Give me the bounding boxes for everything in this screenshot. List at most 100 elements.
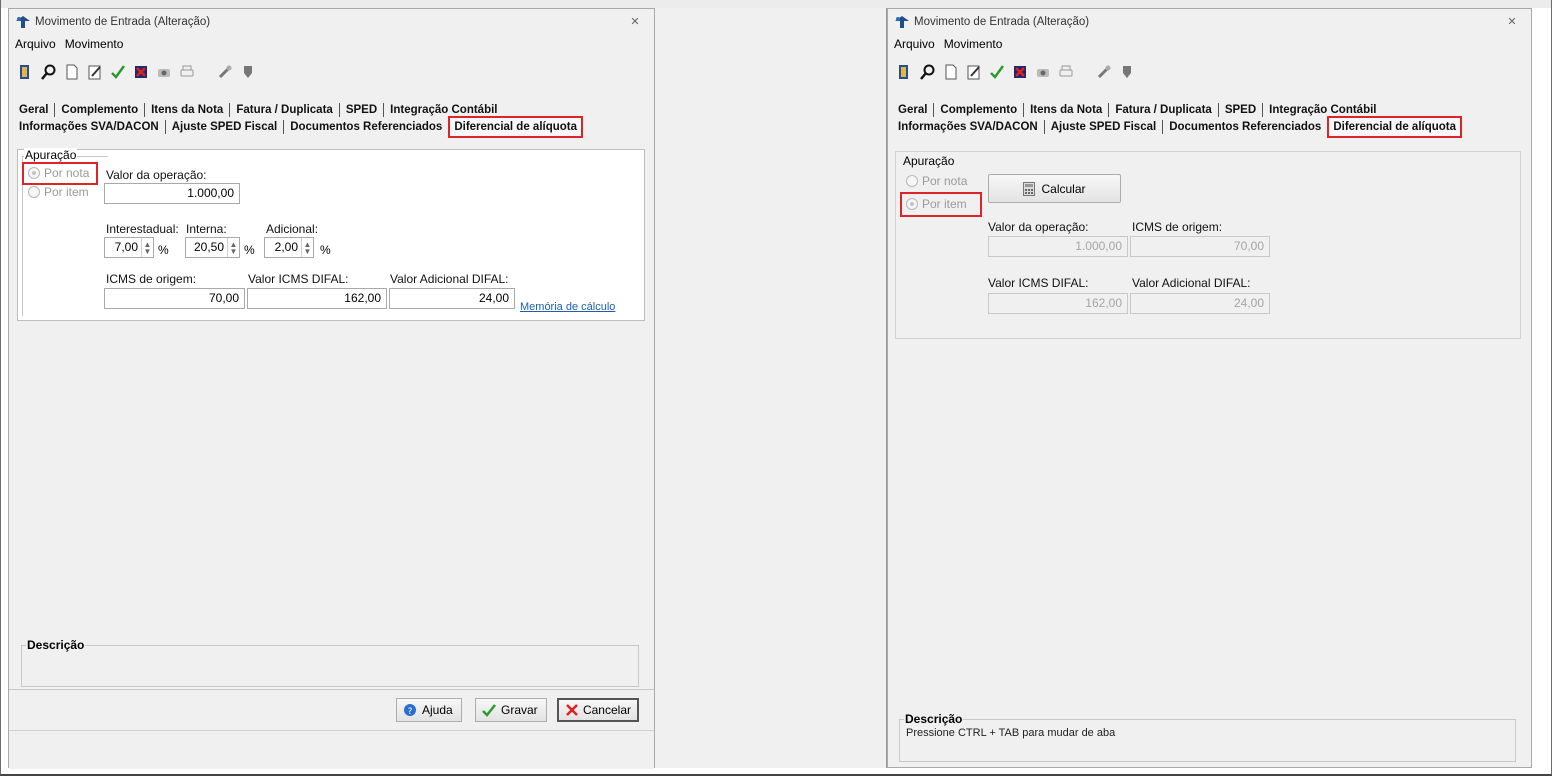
camera-icon[interactable] bbox=[1032, 61, 1054, 83]
search-icon[interactable] bbox=[38, 61, 60, 83]
print-icon[interactable] bbox=[176, 61, 198, 83]
confirm-check-icon[interactable] bbox=[107, 61, 129, 83]
interestadual-value[interactable]: 7,00 bbox=[105, 238, 141, 257]
stamp-icon[interactable] bbox=[1116, 61, 1138, 83]
radio-por-item-dot[interactable] bbox=[28, 186, 40, 198]
menu-arquivo[interactable]: Arquivo bbox=[894, 37, 935, 53]
exit-icon[interactable] bbox=[894, 61, 916, 83]
label-valor-icms-difal: Valor ICMS DIFAL: bbox=[988, 276, 1089, 290]
tab-geral[interactable]: Geral bbox=[13, 104, 54, 116]
radio-por-nota[interactable]: Por nota bbox=[906, 174, 967, 188]
descricao-group: Descrição bbox=[21, 638, 639, 687]
tab-itens-da-nota[interactable]: Itens da Nota bbox=[1024, 104, 1108, 116]
help-icon: ? bbox=[404, 704, 416, 717]
valor-operacao-field[interactable]: 1.000,00 bbox=[104, 183, 240, 204]
print-icon[interactable] bbox=[1055, 61, 1077, 83]
interna-value[interactable]: 20,50 bbox=[186, 238, 227, 257]
cancel-x-icon bbox=[566, 704, 578, 716]
tab-geral[interactable]: Geral bbox=[892, 104, 933, 116]
radio-por-nota-dot[interactable] bbox=[28, 167, 40, 179]
menu-movimento[interactable]: Movimento bbox=[65, 37, 124, 53]
new-document-icon[interactable] bbox=[61, 61, 83, 83]
left-window: Movimento de Entrada (Alteração) ✕ Arqui… bbox=[8, 8, 655, 769]
icms-origem-field[interactable]: 70,00 bbox=[1130, 236, 1270, 257]
tab-integracao-contabil[interactable]: Integração Contábil bbox=[1263, 104, 1382, 116]
valor-icms-difal-field[interactable]: 162,00 bbox=[988, 293, 1128, 314]
tools-icon[interactable] bbox=[1093, 61, 1115, 83]
cancelar-button[interactable]: Cancelar bbox=[557, 698, 639, 722]
adicional-value[interactable]: 2,00 bbox=[265, 238, 301, 257]
search-icon[interactable] bbox=[917, 61, 939, 83]
tab-ajuste-sped-fiscal[interactable]: Ajuste SPED Fiscal bbox=[166, 121, 283, 133]
icms-origem-field[interactable]: 70,00 bbox=[104, 288, 245, 309]
close-icon[interactable]: ✕ bbox=[1505, 15, 1519, 29]
label-valor-adicional-difal: Valor Adicional DIFAL: bbox=[390, 272, 509, 286]
tab-documentos-referenciados[interactable]: Documentos Referenciados bbox=[284, 121, 448, 133]
interestadual-stepper[interactable]: 7,00 ▲ ▼ bbox=[104, 237, 154, 258]
delete-icon[interactable] bbox=[130, 61, 152, 83]
tab-diferencial-de-aliquota[interactable]: Diferencial de alíquota bbox=[1327, 115, 1463, 138]
app-tree-icon bbox=[895, 16, 909, 28]
valor-adicional-difal-field[interactable]: 24,00 bbox=[389, 288, 515, 309]
valor-adicional-difal-field[interactable]: 24,00 bbox=[1130, 293, 1270, 314]
radio-por-item[interactable]: Por item bbox=[28, 185, 89, 199]
radio-por-nota[interactable]: Por nota bbox=[28, 166, 89, 180]
descricao-title: Descrição bbox=[26, 638, 86, 652]
difal-panel: Apuração Por nota Por item Calcular Valo… bbox=[895, 151, 1521, 339]
exit-icon[interactable] bbox=[15, 61, 37, 83]
tab-informacoes-sva-dacon[interactable]: Informações SVA/DACON bbox=[892, 121, 1044, 133]
toolbar bbox=[894, 60, 1138, 84]
radio-por-item[interactable]: Por item bbox=[906, 197, 967, 211]
close-icon[interactable]: ✕ bbox=[628, 15, 642, 29]
stepper-arrows-icon[interactable]: ▲ ▼ bbox=[301, 238, 313, 257]
new-document-icon[interactable] bbox=[940, 61, 962, 83]
left-bottom-area bbox=[9, 730, 654, 769]
edit-icon[interactable] bbox=[963, 61, 985, 83]
stamp-icon[interactable] bbox=[237, 61, 259, 83]
stepper-arrows-icon[interactable]: ▲ ▼ bbox=[227, 238, 239, 257]
label-valor-operacao: Valor da operação: bbox=[988, 220, 1089, 234]
menu-movimento[interactable]: Movimento bbox=[944, 37, 1003, 53]
radio-por-nota-dot[interactable] bbox=[906, 175, 918, 187]
tab-fatura-duplicata[interactable]: Fatura / Duplicata bbox=[230, 104, 339, 116]
edit-icon[interactable] bbox=[84, 61, 106, 83]
valor-icms-difal-field[interactable]: 162,00 bbox=[247, 288, 387, 309]
tab-sped[interactable]: SPED bbox=[1219, 104, 1262, 116]
percent-label: % bbox=[244, 243, 255, 257]
ajuda-button[interactable]: ? Ajuda bbox=[396, 698, 462, 722]
svg-text:?: ? bbox=[408, 707, 413, 717]
tab-itens-da-nota[interactable]: Itens da Nota bbox=[145, 104, 229, 116]
gravar-button[interactable]: Gravar bbox=[475, 698, 547, 722]
tab-ajuste-sped-fiscal[interactable]: Ajuste SPED Fiscal bbox=[1045, 121, 1162, 133]
apuracao-label: Apuração bbox=[902, 154, 956, 168]
valor-operacao-field[interactable]: 1.000,00 bbox=[988, 236, 1128, 257]
check-icon bbox=[482, 704, 496, 717]
right-window: Movimento de Entrada (Alteração) ✕ Arqui… bbox=[887, 8, 1532, 768]
cancelar-label: Cancelar bbox=[582, 703, 631, 717]
tab-fatura-duplicata[interactable]: Fatura / Duplicata bbox=[1109, 104, 1218, 116]
adicional-stepper[interactable]: 2,00 ▲ ▼ bbox=[264, 237, 314, 258]
app-tree-icon bbox=[16, 16, 30, 28]
tab-diferencial-de-aliquota[interactable]: Diferencial de alíquota bbox=[448, 115, 584, 138]
toolbar bbox=[15, 60, 259, 84]
label-interestadual: Interestadual: bbox=[106, 222, 179, 236]
radio-por-item-label: Por item bbox=[44, 185, 89, 199]
window-title: Movimento de Entrada (Alteração) bbox=[914, 16, 1090, 28]
tab-sped[interactable]: SPED bbox=[340, 104, 383, 116]
camera-icon[interactable] bbox=[153, 61, 175, 83]
tab-complemento[interactable]: Complemento bbox=[934, 104, 1023, 116]
menubar: Arquivo Movimento bbox=[894, 37, 1002, 53]
tab-informacoes-sva-dacon[interactable]: Informações SVA/DACON bbox=[13, 121, 165, 133]
delete-icon[interactable] bbox=[1009, 61, 1031, 83]
tools-icon[interactable] bbox=[214, 61, 236, 83]
tab-complemento[interactable]: Complemento bbox=[55, 104, 144, 116]
radio-por-item-dot[interactable] bbox=[906, 198, 918, 210]
tab-documentos-referenciados[interactable]: Documentos Referenciados bbox=[1163, 121, 1327, 133]
memoria-de-calculo-link[interactable]: Memória de cálculo bbox=[520, 301, 615, 313]
confirm-check-icon[interactable] bbox=[986, 61, 1008, 83]
menu-arquivo[interactable]: Arquivo bbox=[15, 37, 56, 53]
stepper-arrows-icon[interactable]: ▲ ▼ bbox=[141, 238, 153, 257]
calcular-button[interactable]: Calcular bbox=[988, 174, 1121, 203]
tab-integracao-contabil[interactable]: Integração Contábil bbox=[384, 104, 503, 116]
interna-stepper[interactable]: 20,50 ▲ ▼ bbox=[185, 237, 240, 258]
